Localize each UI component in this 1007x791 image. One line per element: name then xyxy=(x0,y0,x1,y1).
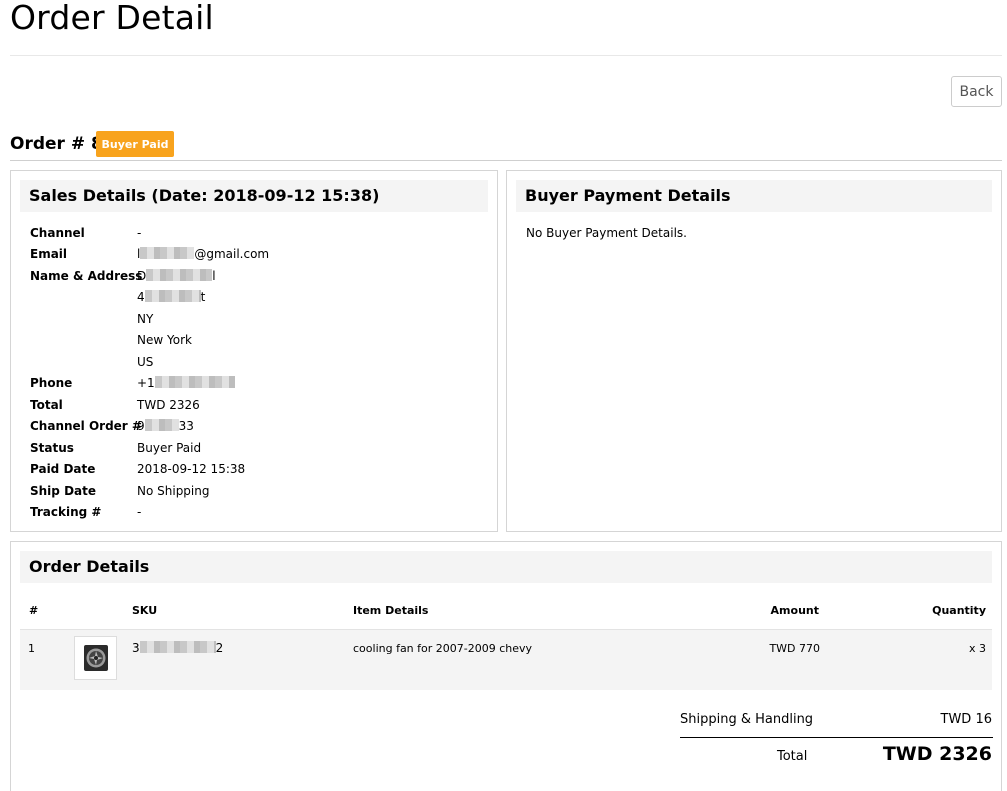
grand-total-value: TWD 2326 xyxy=(882,743,992,765)
ship-date-label: Ship Date xyxy=(30,484,96,498)
phone-value: +1 xyxy=(137,375,235,391)
status-badge: Buyer Paid xyxy=(96,131,174,157)
channel-value: - xyxy=(137,226,142,240)
tracking-label: Tracking # xyxy=(30,505,102,519)
sales-details-panel: Sales Details (Date: 2018-09-12 15:38) C… xyxy=(10,170,498,532)
shipping-value: TWD 16 xyxy=(940,712,992,727)
total-value: TWD 2326 xyxy=(137,398,200,412)
totals-divider xyxy=(680,737,993,738)
redacted-blur xyxy=(146,269,213,281)
buyer-payment-header: Buyer Payment Details xyxy=(516,180,992,212)
col-item-details: Item Details xyxy=(353,604,429,617)
status-label: Status xyxy=(30,441,74,455)
email-label: Email xyxy=(30,247,68,261)
col-quantity: Quantity xyxy=(932,604,986,617)
channel-label: Channel xyxy=(30,226,85,240)
paid-date-label: Paid Date xyxy=(30,462,96,476)
order-heading: Order # 8 xyxy=(10,134,103,154)
state-value: NY xyxy=(137,312,154,326)
total-label: Total xyxy=(30,398,63,412)
title-divider xyxy=(10,55,1002,56)
sales-details-header: Sales Details (Date: 2018-09-12 15:38) xyxy=(20,180,488,212)
country-value: US xyxy=(137,355,154,369)
street-value: 4t xyxy=(137,290,206,304)
city-value: New York xyxy=(137,333,192,347)
name-address-label: Name & Address xyxy=(30,269,143,283)
table-row xyxy=(20,629,992,690)
grand-total-label: Total xyxy=(777,749,808,764)
order-divider xyxy=(10,160,1002,161)
ship-date-value: No Shipping xyxy=(137,484,210,498)
row-quantity: x 3 xyxy=(968,642,986,655)
name-value: Dl xyxy=(137,269,216,283)
row-sku: 32 xyxy=(132,641,224,655)
channel-order-label: Channel Order # xyxy=(30,419,142,433)
paid-date-value: 2018-09-12 15:38 xyxy=(137,462,246,476)
redacted-blur xyxy=(144,419,179,431)
row-amount: TWD 770 xyxy=(769,642,820,655)
tracking-value: - xyxy=(137,505,142,519)
row-num: 1 xyxy=(28,642,35,655)
col-sku: SKU xyxy=(132,604,158,617)
no-payment-text: No Buyer Payment Details. xyxy=(526,226,687,240)
redacted-blur xyxy=(154,376,235,388)
phone-label: Phone xyxy=(30,376,73,390)
back-button[interactable]: Back xyxy=(951,76,1002,107)
order-details-panel: Order Details # SKU Item Details Amount … xyxy=(10,541,1002,791)
redacted-blur xyxy=(144,290,201,302)
shipping-label: Shipping & Handling xyxy=(680,712,814,727)
email-value: l @gmail.com xyxy=(137,247,270,261)
page-title: Order Detail xyxy=(10,0,214,37)
redacted-blur xyxy=(140,247,195,259)
redacted-blur xyxy=(139,641,216,653)
status-value: Buyer Paid xyxy=(137,441,202,455)
row-item-details: cooling fan for 2007-2009 chevy xyxy=(353,642,533,655)
radiator-fan-thumbnail-icon[interactable] xyxy=(74,636,117,680)
col-num: # xyxy=(29,604,39,617)
channel-order-value: 9 33 xyxy=(137,419,194,433)
buyer-payment-panel: Buyer Payment Details No Buyer Payment D… xyxy=(506,170,1002,532)
col-amount: Amount xyxy=(770,604,819,617)
order-details-header: Order Details xyxy=(20,551,992,583)
